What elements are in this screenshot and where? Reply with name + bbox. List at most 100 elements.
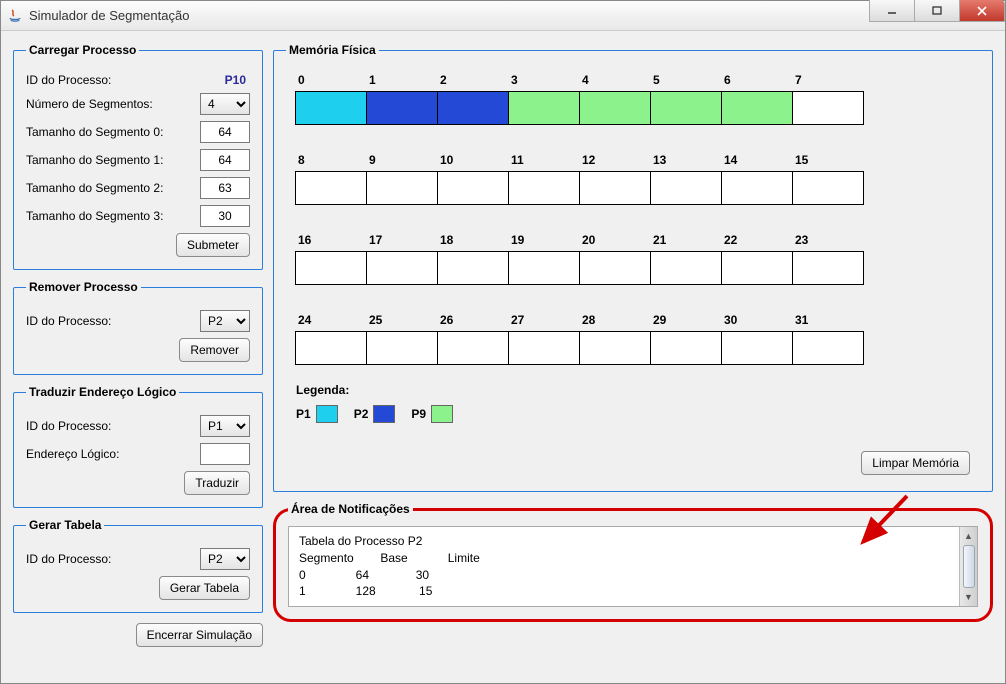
memory-cell-index: 15 [793, 153, 864, 167]
memory-cell-wrap: 23 [793, 233, 864, 285]
memory-cell-index: 1 [367, 73, 438, 87]
memory-cell-wrap: 7 [793, 73, 864, 125]
memory-cell-wrap: 18 [438, 233, 509, 285]
memory-grid: 0123456789101112131415161718192021222324… [286, 67, 980, 365]
num-segmentos-select[interactable]: 4 [200, 93, 250, 115]
legenda-item: P1 [296, 405, 338, 423]
memory-cell [295, 91, 367, 125]
memory-cell [721, 251, 793, 285]
gerar-legend: Gerar Tabela [26, 518, 104, 532]
legenda-title: Legenda: [296, 383, 980, 397]
memory-row: 1617181920212223 [296, 233, 970, 285]
seg3-input[interactable] [200, 205, 250, 227]
memory-cell-index: 3 [509, 73, 580, 87]
gerar-tabela-button[interactable]: Gerar Tabela [159, 576, 250, 600]
seg1-label: Tamanho do Segmento 1: [26, 153, 200, 167]
memory-cell-index: 18 [438, 233, 509, 247]
window-title: Simulador de Segmentação [29, 8, 189, 23]
gerar-id-select[interactable]: P2 [200, 548, 250, 570]
memory-cell-index: 27 [509, 313, 580, 327]
maximize-button[interactable] [914, 0, 960, 22]
seg0-input[interactable] [200, 121, 250, 143]
memory-cell-index: 26 [438, 313, 509, 327]
memory-row: 01234567 [296, 73, 970, 125]
legenda-item: P2 [354, 405, 396, 423]
memory-cell-index: 2 [438, 73, 509, 87]
memory-cell-wrap: 20 [580, 233, 651, 285]
carregar-id-label: ID do Processo: [26, 73, 225, 87]
memory-cell-wrap: 31 [793, 313, 864, 365]
memory-cell-index: 12 [580, 153, 651, 167]
seg1-input[interactable] [200, 149, 250, 171]
memory-cell-wrap: 13 [651, 153, 722, 205]
minimize-button[interactable] [869, 0, 915, 22]
memory-cell-wrap: 2 [438, 73, 509, 125]
memory-cell-wrap: 5 [651, 73, 722, 125]
titlebar: Simulador de Segmentação [1, 1, 1005, 31]
memory-cell-index: 19 [509, 233, 580, 247]
limpar-memoria-button[interactable]: Limpar Memória [861, 451, 970, 475]
encerrar-simulacao-button[interactable]: Encerrar Simulação [136, 623, 263, 647]
memory-cell [508, 331, 580, 365]
memory-cell [437, 91, 509, 125]
memory-cell-wrap: 30 [722, 313, 793, 365]
memory-cell [437, 331, 509, 365]
memory-cell-index: 7 [793, 73, 864, 87]
traduzir-endereco-panel: Traduzir Endereço Lógico ID do Processo:… [13, 385, 263, 508]
memoria-legend: Memória Física [286, 43, 379, 57]
memory-cell [366, 91, 438, 125]
java-icon [7, 8, 23, 24]
seg2-label: Tamanho do Segmento 2: [26, 181, 200, 195]
memory-cell [295, 171, 367, 205]
seg2-input[interactable] [200, 177, 250, 199]
traduzir-legend: Traduzir Endereço Lógico [26, 385, 179, 399]
carregar-processo-panel: Carregar Processo ID do Processo: P10 Nú… [13, 43, 263, 270]
memory-cell [579, 331, 651, 365]
scroll-thumb[interactable] [963, 545, 975, 588]
traduzir-id-select[interactable]: P1 [200, 415, 250, 437]
memory-cell-wrap: 0 [296, 73, 367, 125]
notificacoes-body: Tabela do Processo P2 Segmento Base Limi… [288, 526, 978, 607]
memory-cell [721, 91, 793, 125]
memory-cell [508, 251, 580, 285]
memory-cell-index: 8 [296, 153, 367, 167]
memory-cell-wrap: 16 [296, 233, 367, 285]
scroll-down-icon[interactable]: ▼ [962, 590, 976, 604]
close-button[interactable] [959, 0, 1005, 22]
scroll-up-icon[interactable]: ▲ [962, 529, 976, 543]
memory-cell-index: 23 [793, 233, 864, 247]
carregar-id-value: P10 [225, 73, 246, 87]
window-controls [870, 0, 1005, 22]
memoria-fisica-panel: Memória Física 0123456789101112131415161… [273, 43, 993, 492]
memory-cell-index: 21 [651, 233, 722, 247]
memory-cell-wrap: 9 [367, 153, 438, 205]
remover-id-select[interactable]: P2 [200, 310, 250, 332]
memory-cell-wrap: 24 [296, 313, 367, 365]
submeter-button[interactable]: Submeter [176, 233, 250, 257]
notificacoes-text: Tabela do Processo P2 Segmento Base Limi… [289, 527, 959, 606]
endereco-logico-input[interactable] [200, 443, 250, 465]
memory-cell [792, 331, 864, 365]
memory-cell-index: 4 [580, 73, 651, 87]
memory-cell [295, 251, 367, 285]
memory-cell [579, 91, 651, 125]
traduzir-button[interactable]: Traduzir [184, 471, 250, 495]
remover-processo-panel: Remover Processo ID do Processo: P2 Remo… [13, 280, 263, 375]
remover-button[interactable]: Remover [179, 338, 250, 362]
legenda-item-label: P2 [354, 407, 369, 421]
memory-cell-wrap: 10 [438, 153, 509, 205]
app-window: Simulador de Segmentação Carregar Proces… [0, 0, 1006, 684]
main-area: Memória Física 0123456789101112131415161… [273, 43, 993, 671]
notificacoes-scrollbar[interactable]: ▲ ▼ [959, 527, 977, 606]
memory-cell-index: 5 [651, 73, 722, 87]
legenda-section: Legenda: P1P2P9 [286, 383, 980, 423]
memory-cell-wrap: 11 [509, 153, 580, 205]
memory-cell [792, 171, 864, 205]
memory-cell-index: 16 [296, 233, 367, 247]
memory-cell [295, 331, 367, 365]
memory-cell [721, 331, 793, 365]
legenda-swatch-icon [431, 405, 453, 423]
memory-row: 89101112131415 [296, 153, 970, 205]
memory-cell-wrap: 6 [722, 73, 793, 125]
memory-cell-index: 17 [367, 233, 438, 247]
